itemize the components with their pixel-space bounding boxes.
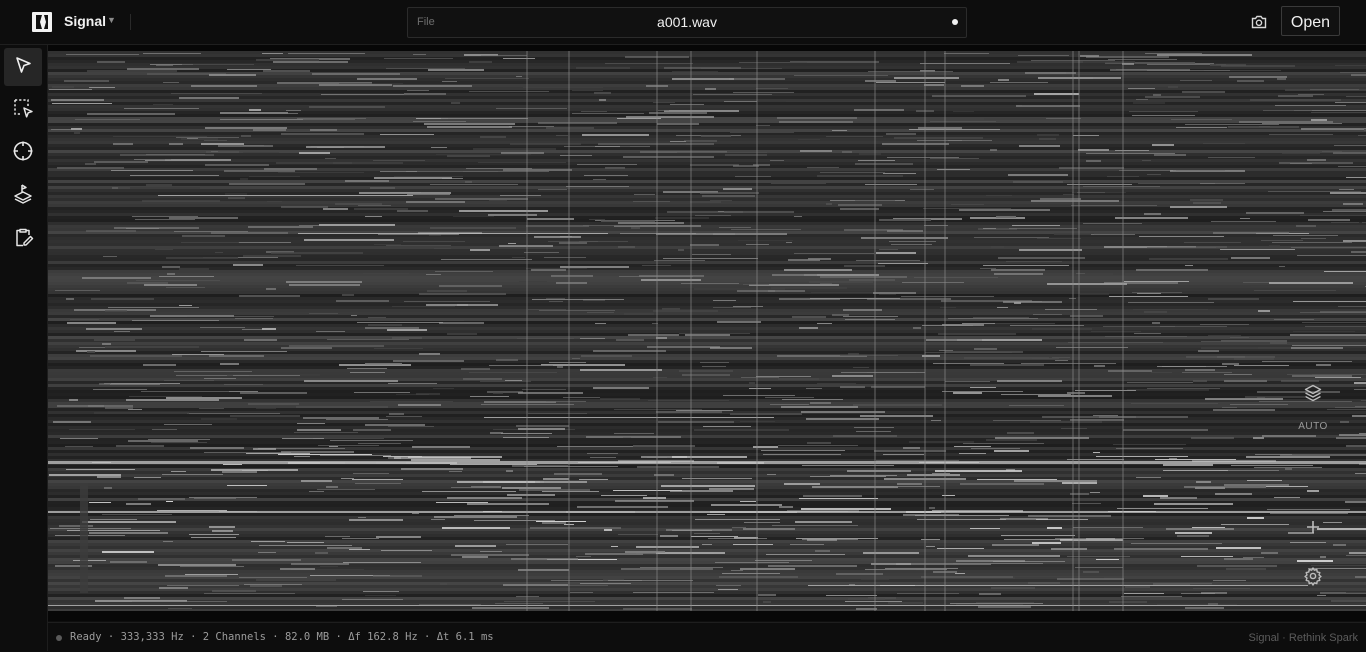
tool-rail <box>0 45 48 651</box>
crosshair-icon <box>12 140 34 167</box>
status-text: Ready · 333,333 Hz · 2 Channels · 82.0 M… <box>70 631 494 643</box>
app-logo[interactable] <box>32 12 52 32</box>
status-state: Ready <box>70 631 102 643</box>
layers-stack-icon <box>12 183 34 210</box>
status-size: 82.0 MB <box>284 631 330 643</box>
file-field[interactable]: File a001.wav <box>407 7 967 38</box>
status-channels: 2 Channels <box>202 631 266 643</box>
tool-crosshair[interactable] <box>4 134 42 172</box>
top-bar: Signal ▼ File a001.wav Open <box>0 0 1366 45</box>
pointer-arrow-icon <box>13 55 33 80</box>
status-sample-rate: 333,333 Hz <box>120 631 184 643</box>
chevron-down-icon[interactable]: ▼ <box>107 15 116 25</box>
file-name: a001.wav <box>657 14 717 30</box>
tool-pointer[interactable] <box>4 48 42 86</box>
tool-select[interactable] <box>4 91 42 129</box>
zoom-in-icon[interactable] <box>1300 515 1326 539</box>
open-button[interactable]: Open <box>1281 6 1340 36</box>
spectrogram-graphic <box>48 45 1366 621</box>
selection-box-icon <box>12 97 34 124</box>
status-indicator <box>56 635 62 641</box>
status-bar: Ready · 333,333 Hz · 2 Channels · 82.0 M… <box>48 622 1366 652</box>
unsaved-dot-icon <box>952 19 958 25</box>
status-time-resolution: Δt 6.1 ms <box>436 631 494 643</box>
spectrogram-view[interactable] <box>48 45 1366 621</box>
status-freq-resolution: Δf 162.8 Hz <box>348 631 418 643</box>
divider <box>130 14 131 30</box>
layers-icon[interactable] <box>1300 380 1326 406</box>
gear-icon[interactable] <box>1300 563 1326 589</box>
tool-annotate[interactable] <box>4 220 42 258</box>
auto-scale-toggle[interactable]: AUTO <box>1292 421 1334 432</box>
camera-icon[interactable] <box>1250 13 1268 31</box>
app-name[interactable]: Signal <box>64 13 106 29</box>
credits: Signal · Rethink Spark <box>1248 632 1358 644</box>
tool-layers[interactable] <box>4 177 42 215</box>
zoom-out-icon[interactable] <box>1300 479 1326 503</box>
clipboard-edit-icon <box>12 226 34 253</box>
